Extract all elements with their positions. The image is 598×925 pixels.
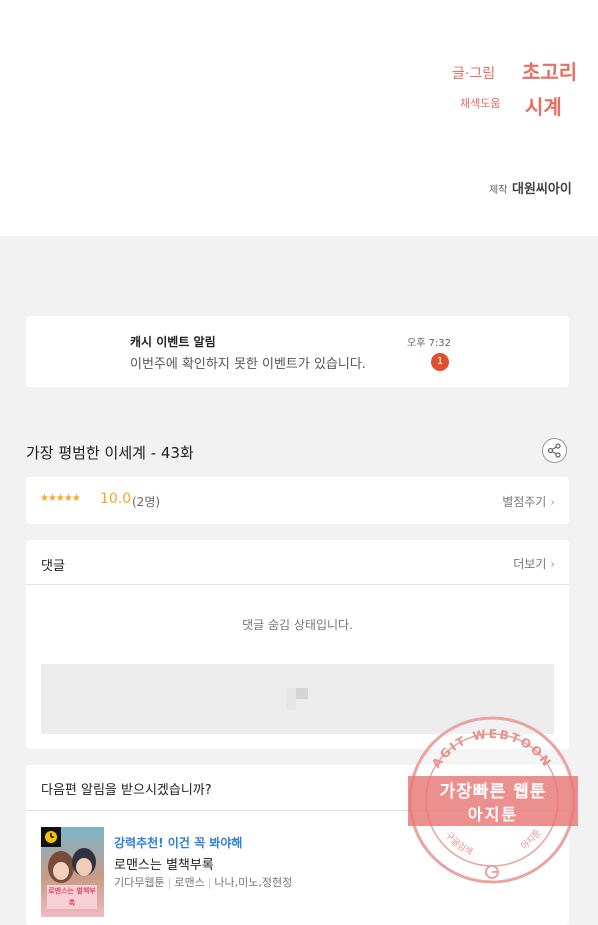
star-rating-icon: ★★★★★	[40, 493, 81, 504]
rating-card: ★★★★★ 10.0 (2명) 별점주기 ›	[26, 477, 569, 524]
share-icon	[547, 443, 561, 458]
thumbnail-title: 로맨스는 별책부록	[47, 885, 97, 909]
notification-badge: 1	[431, 353, 449, 371]
rate-button-label: 별점주기	[502, 495, 547, 509]
recommendation-meta: 기다무웹툰 | 로맨스 | 나나,미노,정현정	[114, 874, 292, 890]
rating-score: 10.0	[100, 491, 132, 507]
recommendation-title[interactable]: 로맨스는 별책부록	[114, 854, 214, 873]
recommendation-genre: 로맨스	[174, 876, 205, 889]
separator: |	[207, 876, 212, 889]
ad-placeholder	[41, 664, 554, 734]
notification-title: 캐시 이벤트 알림	[130, 335, 216, 349]
comments-title: 댓글	[41, 559, 65, 574]
color-assist-name: 시계	[525, 95, 562, 119]
recommendation-platform: 기다무웹툰	[114, 876, 165, 889]
rate-button[interactable]: 별점주기 ›	[502, 493, 555, 510]
chevron-right-icon: ›	[550, 557, 555, 571]
divider	[26, 584, 569, 585]
placeholder-icon	[286, 688, 308, 710]
recommendation-authors: 나나,미노,정현정	[214, 876, 293, 889]
episode-title: 가장 평범한 이세계 - 43화	[26, 444, 194, 462]
watermark-line2: 아지툰	[467, 805, 519, 824]
separator: |	[167, 876, 172, 889]
credits-panel: 글·그림 초고리 채색도움 시계 제작 대원씨아이	[0, 0, 598, 236]
share-button[interactable]	[542, 438, 567, 463]
notification-message: 이번주에 확인하지 못한 이벤트가 있습니다.	[130, 357, 366, 372]
rating-votes: (2명)	[132, 495, 161, 509]
watermark-line1: 가장빠른 웹툰	[439, 782, 547, 802]
comments-more-button[interactable]: 더보기 ›	[513, 555, 555, 572]
writer-label: 글·그림	[452, 66, 496, 82]
production-name: 대원씨아이	[512, 182, 572, 197]
production-label: 제작	[489, 185, 508, 196]
comments-more-label: 더보기	[513, 557, 547, 571]
recommendation-thumbnail[interactable]: 로맨스는 별책부록	[41, 827, 104, 917]
comments-hidden-message: 댓글 숨김 상태입니다.	[242, 618, 353, 632]
notification-time: 오후 7:32	[407, 338, 452, 349]
recommendation-label: 강력추천! 이건 꼭 봐야해	[114, 836, 243, 850]
cash-event-notification[interactable]: 캐시 이벤트 알림 이번주에 확인하지 못한 이벤트가 있습니다. 오후 7:3…	[26, 316, 569, 387]
color-assist-label: 채색도움	[460, 97, 501, 110]
writer-name: 초고리	[522, 60, 578, 84]
comments-card: 댓글 더보기 › 댓글 숨김 상태입니다.	[26, 540, 569, 749]
chevron-right-icon: ›	[550, 495, 555, 509]
next-episode-question: 다음편 알림을 받으시겠습니까?	[41, 783, 212, 798]
